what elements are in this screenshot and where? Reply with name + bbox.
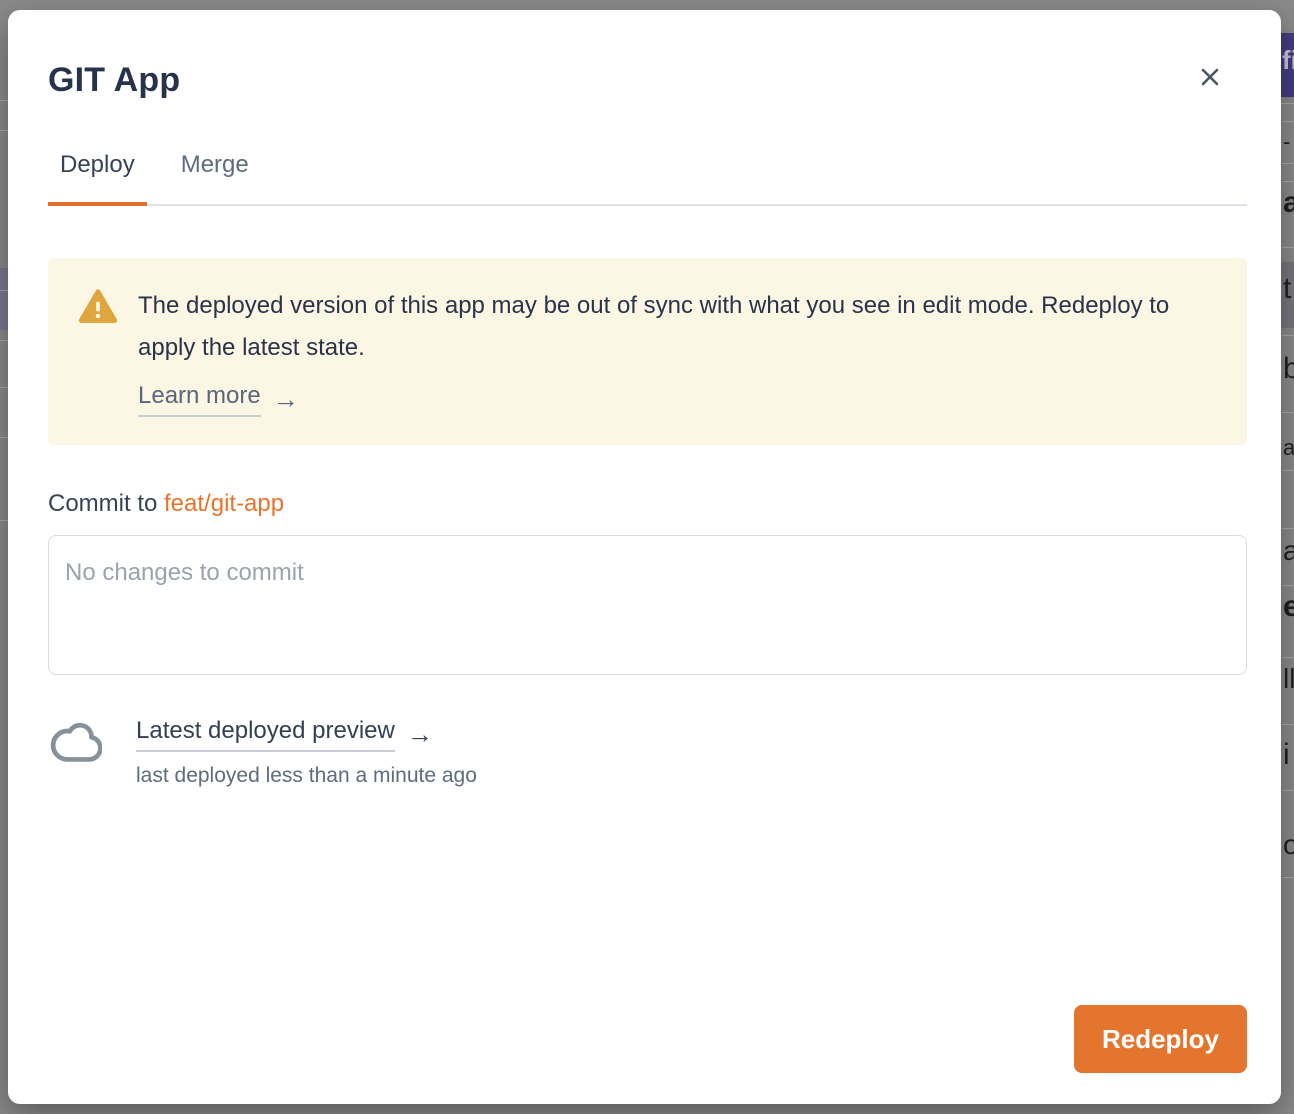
background-row-highlight (0, 268, 8, 330)
background-letter: ll (1283, 664, 1294, 695)
branch-link[interactable]: feat/git-app (164, 490, 284, 517)
warning-message: The deployed version of this app may be … (138, 285, 1217, 369)
git-app-modal: GIT App Deploy Merge The deployed ver (8, 10, 1281, 1104)
tab-merge[interactable]: Merge (169, 150, 261, 206)
tab-bar: Deploy Merge (48, 150, 1247, 206)
background-letter: b (1283, 352, 1294, 385)
background-row-line (1280, 181, 1294, 182)
close-button[interactable] (1195, 62, 1225, 92)
background-letter: o (1283, 830, 1294, 861)
background-row-line (0, 130, 8, 131)
commit-to-prefix: Commit to (48, 490, 164, 517)
close-icon (1198, 65, 1222, 89)
deployed-preview-section: Latest deployed preview → last deployed … (48, 717, 1247, 789)
out-of-sync-warning-banner: The deployed version of this app may be … (48, 258, 1247, 445)
background-row-line (1280, 877, 1294, 878)
background-row-line (1280, 121, 1294, 122)
redeploy-button[interactable]: Redeploy (1074, 1005, 1247, 1073)
background-row-line (0, 100, 8, 101)
modal-title: GIT App (48, 60, 1247, 100)
background-row-line (0, 520, 8, 521)
background-tab-fragment: fi (1281, 33, 1294, 97)
background-row-line (0, 340, 8, 341)
warning-icon (78, 288, 118, 330)
background-letter: t (1283, 272, 1291, 305)
background-row-line (1280, 247, 1294, 248)
latest-deployed-preview-link[interactable]: Latest deployed preview (136, 717, 395, 752)
background-letter: a (1283, 186, 1294, 219)
arrow-right-icon: → (273, 384, 299, 415)
background-row-line (0, 437, 8, 438)
background-row-line (1280, 470, 1294, 471)
background-row-line (1280, 103, 1294, 104)
commit-message-input[interactable] (48, 535, 1247, 675)
background-row-line (1280, 657, 1294, 658)
background-letter: a (1283, 436, 1294, 460)
cloud-icon (48, 719, 102, 772)
background-letter: a (1283, 536, 1294, 567)
last-deployed-status: last deployed less than a minute ago (136, 763, 477, 789)
background-row-line (1280, 412, 1294, 413)
background-row-line (0, 387, 8, 388)
background-row-line (1280, 585, 1294, 586)
background-row-line (1280, 528, 1294, 529)
background-letter: - (1283, 130, 1290, 154)
background-row-line (1280, 163, 1294, 164)
tab-deploy[interactable]: Deploy (48, 150, 147, 206)
commit-to-label: Commit to feat/git-app (48, 489, 1247, 519)
learn-more-link[interactable]: Learn more (138, 382, 261, 417)
background-row-line (1280, 790, 1294, 791)
background-letter: i (1283, 738, 1290, 771)
background-row-line (1280, 335, 1294, 336)
arrow-right-icon: → (407, 719, 433, 750)
background-row-line (1280, 724, 1294, 725)
background-letter: e (1283, 590, 1294, 623)
background-row-line (0, 290, 8, 291)
background-tab-text: fi (1282, 45, 1294, 76)
